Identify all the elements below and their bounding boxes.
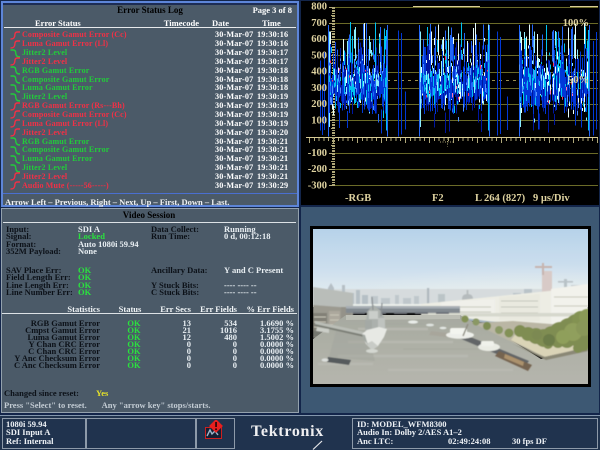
svg-text:F2: F2 <box>432 193 444 204</box>
svg-text:400: 400 <box>311 67 327 78</box>
svg-text:600: 600 <box>311 34 327 45</box>
svg-text:-200: -200 <box>308 164 327 175</box>
svg-text:L 264 (827): L 264 (827) <box>475 193 526 204</box>
svg-text:-RGB: -RGB <box>345 193 371 204</box>
svg-text:300: 300 <box>311 83 327 94</box>
svg-text:-100: -100 <box>308 148 327 159</box>
svg-text:200: 200 <box>311 99 327 110</box>
svg-text:800: 800 <box>311 2 327 13</box>
svg-text:9 µs/Div: 9 µs/Div <box>533 193 570 204</box>
svg-text:-300: -300 <box>308 180 327 191</box>
svg-text:100%: 100% <box>563 18 589 29</box>
svg-text:100: 100 <box>311 116 327 127</box>
svg-text:50%: 50% <box>568 75 589 86</box>
svg-text:500: 500 <box>311 51 327 62</box>
svg-text:700: 700 <box>311 18 327 29</box>
